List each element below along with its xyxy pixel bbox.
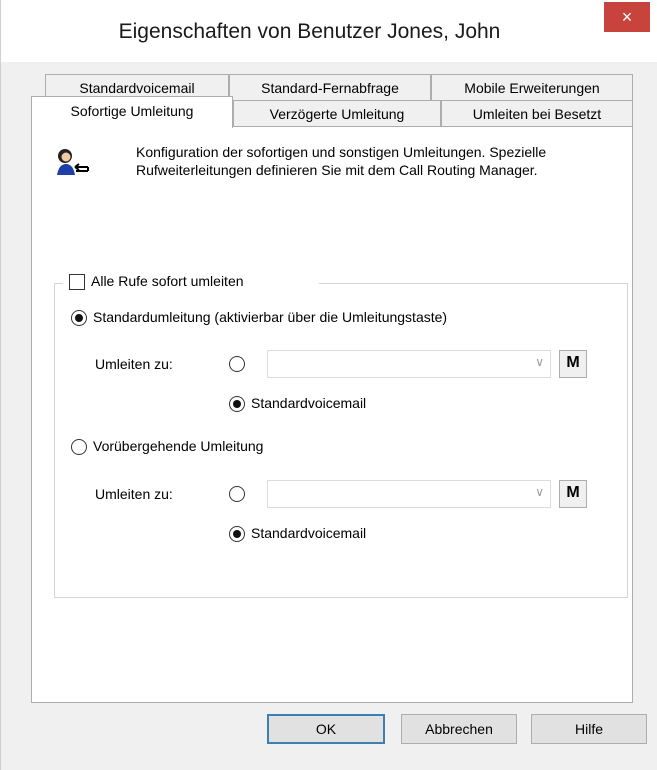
info-text: Konfiguration der sofortigen und sonstig…: [136, 144, 547, 178]
tab-standard-fernabfrage[interactable]: Standard-Fernabfrage: [229, 74, 431, 100]
standard-redirect-target-combo[interactable]: ∨: [267, 350, 551, 378]
standard-redirect-to-radio[interactable]: [229, 356, 245, 372]
dialog-client: Standardvoicemail Standard-Fernabfrage M…: [1, 62, 657, 770]
tab-mobile-erweiterungen[interactable]: Mobile Erweiterungen: [431, 74, 633, 100]
title-bar[interactable]: Eigenschaften von Benutzer Jones, John ×: [1, 0, 657, 62]
help-button[interactable]: Hilfe: [531, 714, 647, 744]
close-button[interactable]: ×: [604, 2, 650, 32]
temporary-redirect-to-label: Umleiten zu:: [95, 486, 173, 502]
ok-button[interactable]: OK: [267, 714, 385, 744]
tab-umleiten-bei-besetzt[interactable]: Umleiten bei Besetzt: [441, 100, 633, 126]
standard-voicemail-label: Standardvoicemail: [251, 395, 367, 411]
group-header: Alle Rufe sofort umleiten: [63, 272, 319, 294]
close-icon: ×: [621, 7, 633, 27]
redirect-group: Alle Rufe sofort umleiten Standardumleit…: [54, 272, 628, 598]
temporary-voicemail-radio[interactable]: [229, 526, 245, 542]
phonebook-icon: М: [566, 484, 580, 501]
properties-dialog: Eigenschaften von Benutzer Jones, John ×…: [0, 0, 657, 770]
temporary-redirect-target-combo[interactable]: ∨: [267, 480, 551, 508]
standard-voicemail-radio[interactable]: [229, 396, 245, 412]
user-redirect-icon: [57, 149, 89, 175]
chevron-down-icon: ∨: [535, 355, 544, 369]
standard-redirect-label: Standardumleitung (aktivierbar über die …: [93, 309, 448, 325]
temporary-redirect-to-radio[interactable]: [229, 486, 245, 502]
temporary-voicemail-label: Standardvoicemail: [251, 525, 367, 541]
standard-redirect-radio[interactable]: [71, 310, 87, 326]
cancel-button[interactable]: Abbrechen: [401, 714, 517, 744]
standard-redirect-to-label: Umleiten zu:: [95, 356, 173, 372]
redirect-all-checkbox[interactable]: [69, 274, 85, 290]
temporary-redirect-radio[interactable]: [71, 439, 87, 455]
chevron-down-icon: ∨: [535, 485, 544, 499]
dialog-title: Eigenschaften von Benutzer Jones, John: [118, 20, 501, 43]
temporary-phonebook-button[interactable]: М: [559, 480, 587, 508]
temporary-redirect-label: Vorübergehende Umleitung: [93, 438, 264, 454]
tab-verzoegerte-umleitung[interactable]: Verzögerte Umleitung: [233, 100, 441, 126]
standard-phonebook-button[interactable]: М: [559, 350, 587, 378]
tab-panel: Konfiguration der sofortigen und sonstig…: [31, 126, 633, 703]
phonebook-icon: М: [566, 354, 580, 371]
redirect-all-label: Alle Rufe sofort umleiten: [91, 273, 244, 289]
tab-sofortige-umleitung[interactable]: Sofortige Umleitung: [31, 96, 233, 128]
